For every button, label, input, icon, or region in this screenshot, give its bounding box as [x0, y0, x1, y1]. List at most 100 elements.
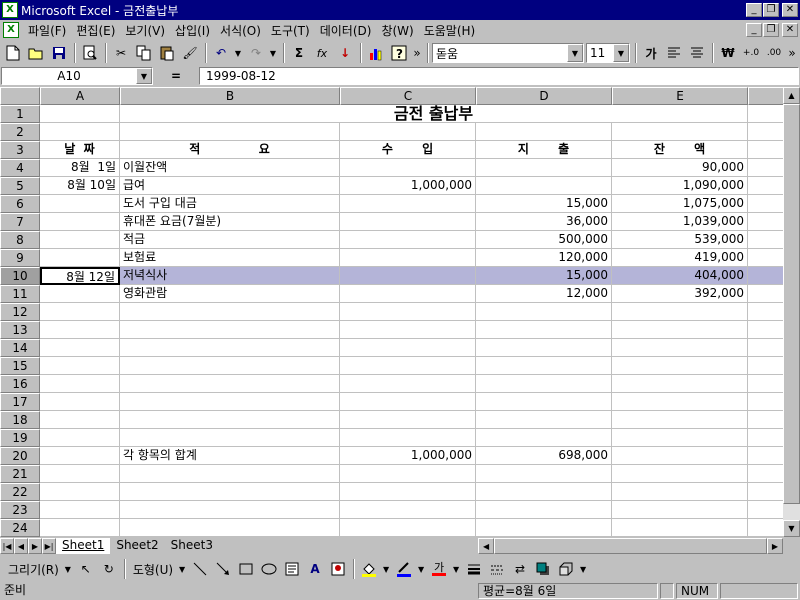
doc-close-icon[interactable]: ✕ [782, 23, 798, 37]
text-box-icon[interactable] [281, 558, 303, 580]
tab-sheet1[interactable]: Sheet1 [56, 538, 111, 554]
cell[interactable] [612, 447, 748, 465]
column-header[interactable]: A [40, 87, 120, 105]
cell[interactable] [120, 321, 340, 339]
cell[interactable] [120, 429, 340, 447]
name-box[interactable]: A10 ▼ [1, 67, 153, 85]
column-header[interactable] [748, 87, 783, 105]
currency-style-icon[interactable]: ₩ [717, 42, 739, 64]
decrease-decimal-icon[interactable]: .00 [763, 42, 785, 64]
worksheet-grid[interactable]: ABCDE 1 금전 출납부 2 3 날 짜적 요수 입지 출잔 액 4 8월 1일 이월잔액… [0, 87, 783, 537]
chevron-down-icon[interactable]: ▼ [136, 68, 152, 84]
cell[interactable] [748, 411, 783, 429]
row-header[interactable]: 14 [0, 339, 40, 357]
cell[interactable] [120, 339, 340, 357]
chevron-down-icon[interactable]: ▼ [567, 44, 583, 62]
cell[interactable] [120, 375, 340, 393]
cell[interactable] [340, 411, 476, 429]
scroll-thumb[interactable] [783, 104, 800, 504]
cell[interactable]: 보험료 [120, 249, 340, 267]
cell[interactable]: 419,000 [612, 249, 748, 267]
new-file-icon[interactable] [2, 42, 24, 64]
cell[interactable] [748, 105, 783, 123]
cell[interactable] [340, 501, 476, 519]
cell[interactable] [748, 141, 783, 159]
cell[interactable] [612, 429, 748, 447]
cell-grid[interactable]: 1 금전 출납부 2 3 날 짜적 요수 입지 출잔 액 4 8월 1일 이월잔액 90,000… [0, 105, 783, 537]
cell[interactable] [748, 231, 783, 249]
save-icon[interactable] [48, 42, 70, 64]
menu-tools[interactable]: 도구(T) [266, 22, 315, 39]
cell[interactable] [476, 483, 612, 501]
chevron-down-icon[interactable]: ▼ [578, 565, 588, 574]
cell[interactable] [40, 411, 120, 429]
cell[interactable] [748, 339, 783, 357]
cell[interactable]: 8월 1일 [40, 159, 120, 177]
cell[interactable]: 8월 12일 [40, 267, 120, 285]
shadow-icon[interactable] [532, 558, 554, 580]
cut-icon[interactable]: ✂ [110, 42, 132, 64]
3d-icon[interactable] [555, 558, 577, 580]
cell[interactable] [40, 393, 120, 411]
cell[interactable]: 적금 [120, 231, 340, 249]
line-color-icon[interactable] [393, 558, 415, 580]
cell[interactable] [340, 159, 476, 177]
select-objects-icon[interactable]: ↖ [75, 558, 97, 580]
cell[interactable]: 이월잔액 [120, 159, 340, 177]
cell[interactable] [340, 123, 476, 141]
cell[interactable] [748, 177, 783, 195]
cell[interactable] [748, 159, 783, 177]
cell[interactable] [40, 123, 120, 141]
cell[interactable] [40, 195, 120, 213]
row-header[interactable]: 18 [0, 411, 40, 429]
cell[interactable]: 1,000,000 [340, 447, 476, 465]
cell[interactable] [340, 213, 476, 231]
cell[interactable] [476, 501, 612, 519]
cell[interactable] [340, 285, 476, 303]
chevron-down-icon[interactable]: ▼ [177, 565, 187, 574]
row-header[interactable]: 2 [0, 123, 40, 141]
cell[interactable] [748, 267, 783, 285]
column-header[interactable]: B [120, 87, 340, 105]
cell[interactable] [476, 177, 612, 195]
arrow-icon[interactable] [212, 558, 234, 580]
cell[interactable] [476, 429, 612, 447]
cell[interactable] [40, 105, 120, 123]
row-header[interactable]: 16 [0, 375, 40, 393]
cell[interactable] [40, 447, 120, 465]
cell[interactable]: 90,000 [612, 159, 748, 177]
cell[interactable] [40, 357, 120, 375]
prev-sheet-icon[interactable]: ◀ [14, 538, 28, 554]
cell[interactable] [748, 483, 783, 501]
workbook-icon[interactable]: X [3, 22, 19, 38]
copy-icon[interactable] [133, 42, 155, 64]
minimize-icon[interactable]: _ [746, 3, 762, 17]
cell[interactable]: 120,000 [476, 249, 612, 267]
cell[interactable]: 392,000 [612, 285, 748, 303]
row-header[interactable]: 12 [0, 303, 40, 321]
cell[interactable] [612, 339, 748, 357]
menu-data[interactable]: 데이터(D) [315, 22, 377, 39]
paste-icon[interactable] [156, 42, 178, 64]
cell[interactable] [120, 123, 340, 141]
cell[interactable] [612, 465, 748, 483]
cell[interactable] [476, 357, 612, 375]
doc-minimize-icon[interactable]: _ [746, 23, 762, 37]
restore-icon[interactable]: ❐ [763, 3, 779, 17]
cell[interactable] [120, 465, 340, 483]
font-name-combo[interactable]: 돋움 ▼ [432, 43, 584, 63]
rectangle-icon[interactable] [235, 558, 257, 580]
print-preview-icon[interactable] [79, 42, 101, 64]
tab-sheet3[interactable]: Sheet3 [165, 538, 219, 554]
cell[interactable] [476, 411, 612, 429]
cell[interactable] [120, 411, 340, 429]
cell[interactable]: 저녁식사 [120, 267, 340, 285]
horizontal-scrollbar[interactable]: ◀ ▶ [478, 538, 784, 554]
row-header[interactable]: 13 [0, 321, 40, 339]
cell[interactable] [120, 519, 340, 537]
menu-view[interactable]: 보기(V) [120, 22, 170, 39]
row-header[interactable]: 6 [0, 195, 40, 213]
cell[interactable]: 15,000 [476, 195, 612, 213]
cell[interactable] [340, 519, 476, 537]
vertical-scrollbar[interactable]: ▲ ▼ [783, 87, 800, 537]
